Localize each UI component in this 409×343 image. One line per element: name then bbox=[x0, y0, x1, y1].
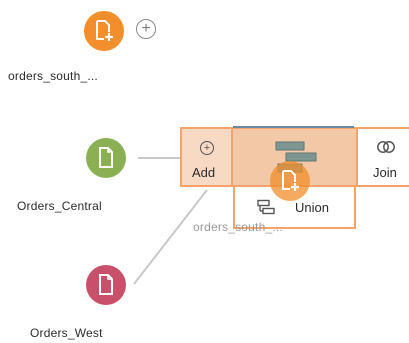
flow-canvas[interactable]: + orders_south_... Orders_Central Orders… bbox=[0, 0, 409, 343]
drop-target-join[interactable]: Join bbox=[356, 127, 409, 187]
node-label-orders-west: Orders_West bbox=[30, 326, 103, 340]
file-icon bbox=[99, 274, 113, 295]
file-icon bbox=[99, 147, 113, 168]
drop-target-union-label: Union bbox=[295, 200, 329, 215]
join-icon bbox=[377, 141, 395, 153]
node-label-orders-south: orders_south_... bbox=[8, 69, 98, 83]
selection-edge bbox=[233, 126, 354, 128]
add-step-plus-icon[interactable]: + bbox=[136, 19, 156, 39]
drop-target-add[interactable]: + Add bbox=[180, 127, 233, 187]
file-add-icon bbox=[282, 170, 299, 191]
input-node-orders-west[interactable] bbox=[86, 265, 126, 305]
input-node-orders-south[interactable] bbox=[84, 11, 124, 51]
dragged-node-ghost[interactable] bbox=[270, 161, 310, 201]
node-label-orders-central: Orders_Central bbox=[17, 199, 102, 213]
drop-target-join-label: Join bbox=[373, 165, 397, 180]
drop-target-add-label: Add bbox=[192, 165, 216, 180]
file-add-icon bbox=[96, 20, 113, 41]
input-node-orders-central[interactable] bbox=[86, 138, 126, 178]
union-icon bbox=[257, 199, 275, 215]
plus-circle-icon: + bbox=[200, 141, 214, 155]
dragged-item-label: orders_south_... bbox=[193, 220, 283, 234]
